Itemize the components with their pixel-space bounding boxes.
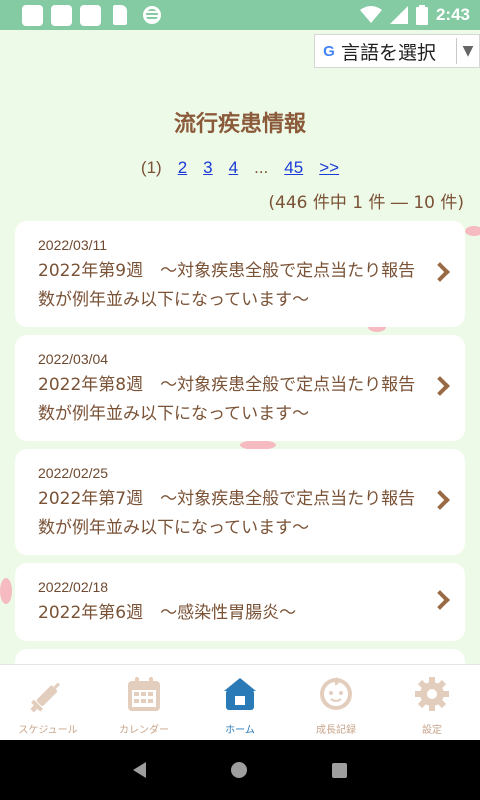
pagination-current: (1) — [140, 158, 162, 177]
card-title: 2022年第7週 〜対象疾患全般で定点当たり報告数が例年並み以下になっています〜 — [38, 489, 416, 538]
nav-label: カレンダー — [119, 725, 169, 736]
calendar-icon — [128, 677, 160, 711]
nav-item-home[interactable]: ホーム — [192, 665, 288, 740]
petal-decoration — [465, 226, 480, 236]
language-select[interactable]: G 言語を選択 ▼ — [314, 34, 480, 68]
system-nav-bar — [0, 740, 480, 800]
google-icon: G — [323, 42, 335, 60]
news-card[interactable]: 2022/02/18 2022年第6週 〜感染性胃腸炎〜 — [15, 563, 465, 641]
nav-label: 設定 — [422, 725, 442, 736]
card-title: 2022年第9週 〜対象疾患全般で定点当たり報告数が例年並み以下になっています〜 — [38, 261, 416, 310]
gear-icon — [415, 677, 449, 711]
card-date: 2022/02/25 — [38, 465, 109, 481]
nav-item-schedule[interactable]: スケジュール — [0, 665, 96, 740]
status-bar: 2:43 — [0, 0, 480, 30]
pagination-ellipsis: ... — [254, 158, 269, 177]
chevron-right-icon — [430, 490, 450, 510]
language-select-label: 言語を選択 — [341, 41, 437, 64]
news-card[interactable]: 2022/03/04 2022年第8週 〜対象疾患全般で定点当たり報告数が例年並… — [15, 335, 465, 441]
card-date: 2022/03/04 — [38, 351, 109, 367]
pagination-last[interactable]: 45 — [284, 158, 303, 178]
notification-icon — [80, 4, 101, 26]
pagination: (1) 2 3 4 ... 45 >> — [0, 158, 480, 178]
nav-item-growth[interactable]: 成長記録 — [288, 665, 384, 740]
notification-icon — [51, 4, 72, 26]
pagination-next[interactable]: >> — [319, 158, 339, 178]
signal-icon — [389, 6, 408, 24]
sd-card-icon — [113, 5, 127, 25]
back-icon[interactable] — [132, 762, 146, 778]
home-icon — [224, 678, 256, 710]
baby-face-icon — [320, 677, 352, 710]
main-content[interactable]: G 言語を選択 ▼ 流行疾患情報 (1) 2 3 4 ... 45 >> (44… — [0, 30, 480, 664]
news-card[interactable] — [15, 649, 465, 664]
page-title: 流行疾患情報 — [173, 112, 306, 137]
pagination-page-4[interactable]: 4 — [229, 158, 238, 178]
nav-label: 成長記録 — [316, 725, 356, 736]
status-time: 2:43 — [435, 5, 470, 24]
news-card[interactable]: 2022/03/11 2022年第9週 〜対象疾患全般で定点当たり報告数が例年並… — [15, 221, 465, 327]
battery-icon — [415, 5, 428, 25]
wifi-icon — [359, 6, 382, 23]
chevron-right-icon — [430, 262, 450, 282]
nav-item-calendar[interactable]: カレンダー — [96, 665, 192, 740]
card-date: 2022/02/18 — [38, 579, 109, 595]
nav-label: スケジュール — [18, 725, 78, 736]
sync-icon — [143, 6, 161, 24]
status-icons-left — [22, 4, 161, 26]
home-button-icon[interactable] — [230, 762, 247, 778]
nav-item-settings[interactable]: 設定 — [384, 665, 480, 740]
pagination-page-2[interactable]: 2 — [178, 158, 187, 178]
card-title: 2022年第8週 〜対象疾患全般で定点当たり報告数が例年並み以下になっています〜 — [38, 375, 416, 424]
status-icons-right: 2:43 — [359, 5, 470, 25]
dropdown-arrow-icon: ▼ — [462, 43, 474, 59]
nav-label: ホーム — [225, 725, 255, 736]
card-title: 2022年第6週 〜感染性胃腸炎〜 — [38, 603, 297, 623]
card-date: 2022/03/11 — [38, 237, 108, 253]
chevron-right-icon — [430, 590, 450, 610]
news-card[interactable]: 2022/02/25 2022年第7週 〜対象疾患全般で定点当たり報告数が例年並… — [15, 449, 465, 555]
petal-decoration — [0, 578, 12, 604]
recent-apps-icon[interactable] — [332, 762, 348, 778]
pagination-page-3[interactable]: 3 — [203, 158, 212, 178]
syringe-icon — [30, 682, 61, 713]
bottom-nav: スケジュール カレンダー ホーム 成長記録 設定 — [0, 664, 480, 740]
notification-icon — [22, 4, 43, 26]
chevron-right-icon — [430, 376, 450, 396]
result-count: (446 件中 1 件 ― 10 件) — [268, 193, 464, 213]
